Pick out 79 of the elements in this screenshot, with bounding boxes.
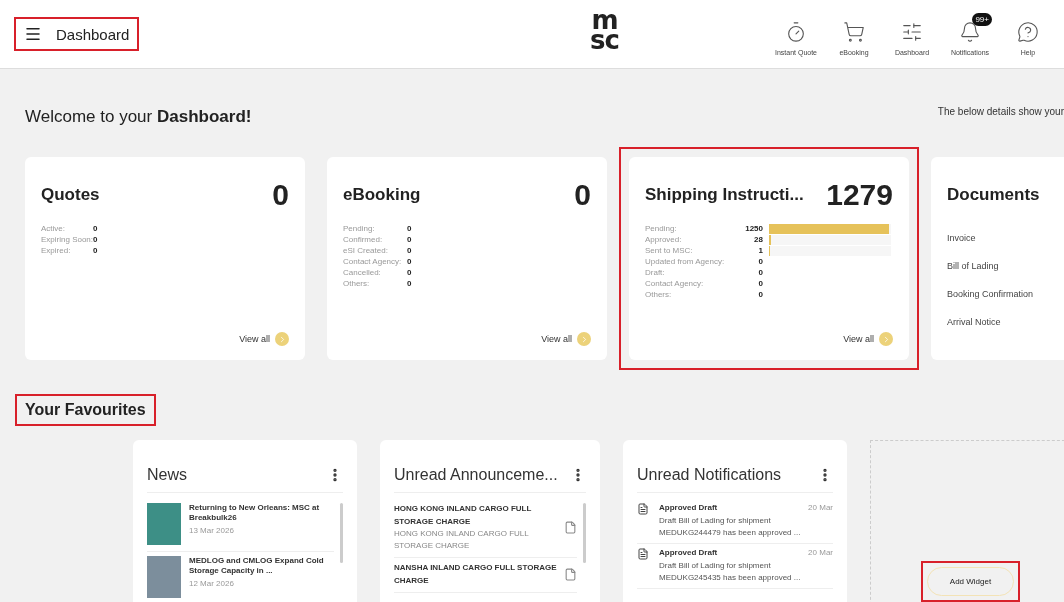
card-total: 0 (574, 178, 591, 212)
stat-value: 0 (757, 257, 763, 266)
document-icon (637, 503, 649, 515)
stat-value: 0 (757, 268, 763, 277)
stat-label: Approved: (645, 235, 683, 244)
card-title: Quotes (41, 185, 100, 205)
stat-value: 0 (407, 235, 413, 244)
notification-item[interactable]: Approved Draft 20 Mar Draft Bill of Lading for shipment MEDUKG244479 has been approved ... (637, 499, 833, 544)
widget-title: News (147, 466, 187, 484)
stat-label: eSI Created: (343, 246, 389, 255)
notification-badge: 99+ (972, 12, 992, 26)
document-link[interactable]: Arrival Notice (947, 317, 1064, 327)
help-icon (1017, 20, 1039, 43)
welcome-heading: Welcome to your Dashboard! (25, 107, 252, 127)
cart-icon (843, 20, 865, 43)
card-title: Documents (947, 185, 1040, 205)
stat-label: Active: (41, 224, 66, 233)
stat-label: Draft: (645, 268, 666, 277)
add-widget-button[interactable]: Add Widget (926, 567, 1015, 596)
stat-value: 0 (757, 290, 763, 299)
stat-label: Updated from Agency: (645, 257, 726, 266)
section-heading: Your Favourites (15, 394, 156, 426)
sliders-icon (901, 20, 923, 43)
logo: m sc (590, 10, 619, 50)
menu-icon (24, 25, 42, 43)
scrollbar[interactable] (583, 503, 586, 563)
stat-label: Others: (343, 279, 371, 288)
announcement-item[interactable]: NANSHA INLAND CARGO FULL STORAGE CHARGE (394, 558, 577, 593)
chevron-icon (879, 332, 893, 346)
stat-label: Pending: (645, 224, 678, 233)
stat-value: 0 (407, 279, 413, 288)
card-title: Shipping Instructi... (645, 185, 804, 205)
widget-title: Unread Announceme... (394, 466, 558, 484)
card-total: 1279 (826, 178, 893, 212)
document-link[interactable]: Booking Confirmation (947, 289, 1064, 299)
stat-value: 0 (407, 257, 413, 266)
stat-value: 1 (757, 246, 763, 255)
stat-label: Sent to MSC: (645, 246, 694, 255)
stat-value: 0 (93, 224, 99, 233)
news-item[interactable]: MEDLOG and CMLOG Expand Cold Storage Capacity in ... 12 Mar 2026 (147, 552, 334, 602)
stat-label: Pending: (343, 224, 376, 233)
stat-label: Others: (645, 290, 673, 299)
photo-placeholder (147, 556, 181, 598)
bell-icon (959, 20, 981, 43)
document-icon (637, 548, 649, 560)
announcement-item[interactable]: HONG KONG INLAND CARGO FULL STORAGE CHARGE HONG KONG INLAND CARGO FULL STORAGE CHARGE (394, 499, 577, 558)
chevron-icon (577, 332, 591, 346)
notification-item[interactable]: Approved Draft 20 Mar Draft Bill of Lading for shipment MEDUKG245435 has been approved ... (637, 544, 833, 589)
widget-title: Unread Notifications (637, 466, 782, 484)
view-all-link[interactable]: View all (541, 332, 591, 346)
file-icon (564, 567, 577, 581)
stat-value: 1250 (744, 224, 763, 233)
stat-value: 28 (753, 235, 763, 244)
card-total: 0 (272, 178, 289, 212)
view-all-link[interactable]: View all (239, 332, 289, 346)
stat-label: Cancelled: (343, 268, 382, 277)
stat-label: Contact Agency: (343, 257, 403, 266)
stat-value: 0 (407, 224, 413, 233)
stat-label: Contact Agency: (645, 279, 705, 288)
menu-button[interactable]: Dashboard (14, 17, 140, 51)
stat-value: 0 (93, 246, 99, 255)
chevron-icon (275, 332, 289, 346)
stat-value: 0 (93, 235, 99, 244)
photo-placeholder (147, 503, 181, 545)
document-link[interactable]: Bill of Lading (947, 261, 1064, 271)
stopwatch-icon (785, 20, 807, 43)
stat-label: Expiring Soon: (41, 235, 93, 244)
stat-label: Confirmed: (343, 235, 384, 244)
card-title: eBooking (343, 185, 421, 205)
news-item[interactable]: Returning to New Orleans: MSC at Breakbulk26 13 Mar 2026 (147, 499, 334, 552)
stat-label: Expired: (41, 246, 72, 255)
file-icon (564, 520, 577, 534)
document-link[interactable]: Invoice (947, 233, 1064, 243)
view-all-link[interactable]: View all (843, 332, 893, 346)
scrollbar[interactable] (340, 503, 343, 563)
stat-value: 0 (407, 268, 413, 277)
welcome-note: The below details show your (937, 105, 1064, 117)
stat-value: 0 (407, 246, 413, 255)
stat-value: 0 (757, 279, 763, 288)
